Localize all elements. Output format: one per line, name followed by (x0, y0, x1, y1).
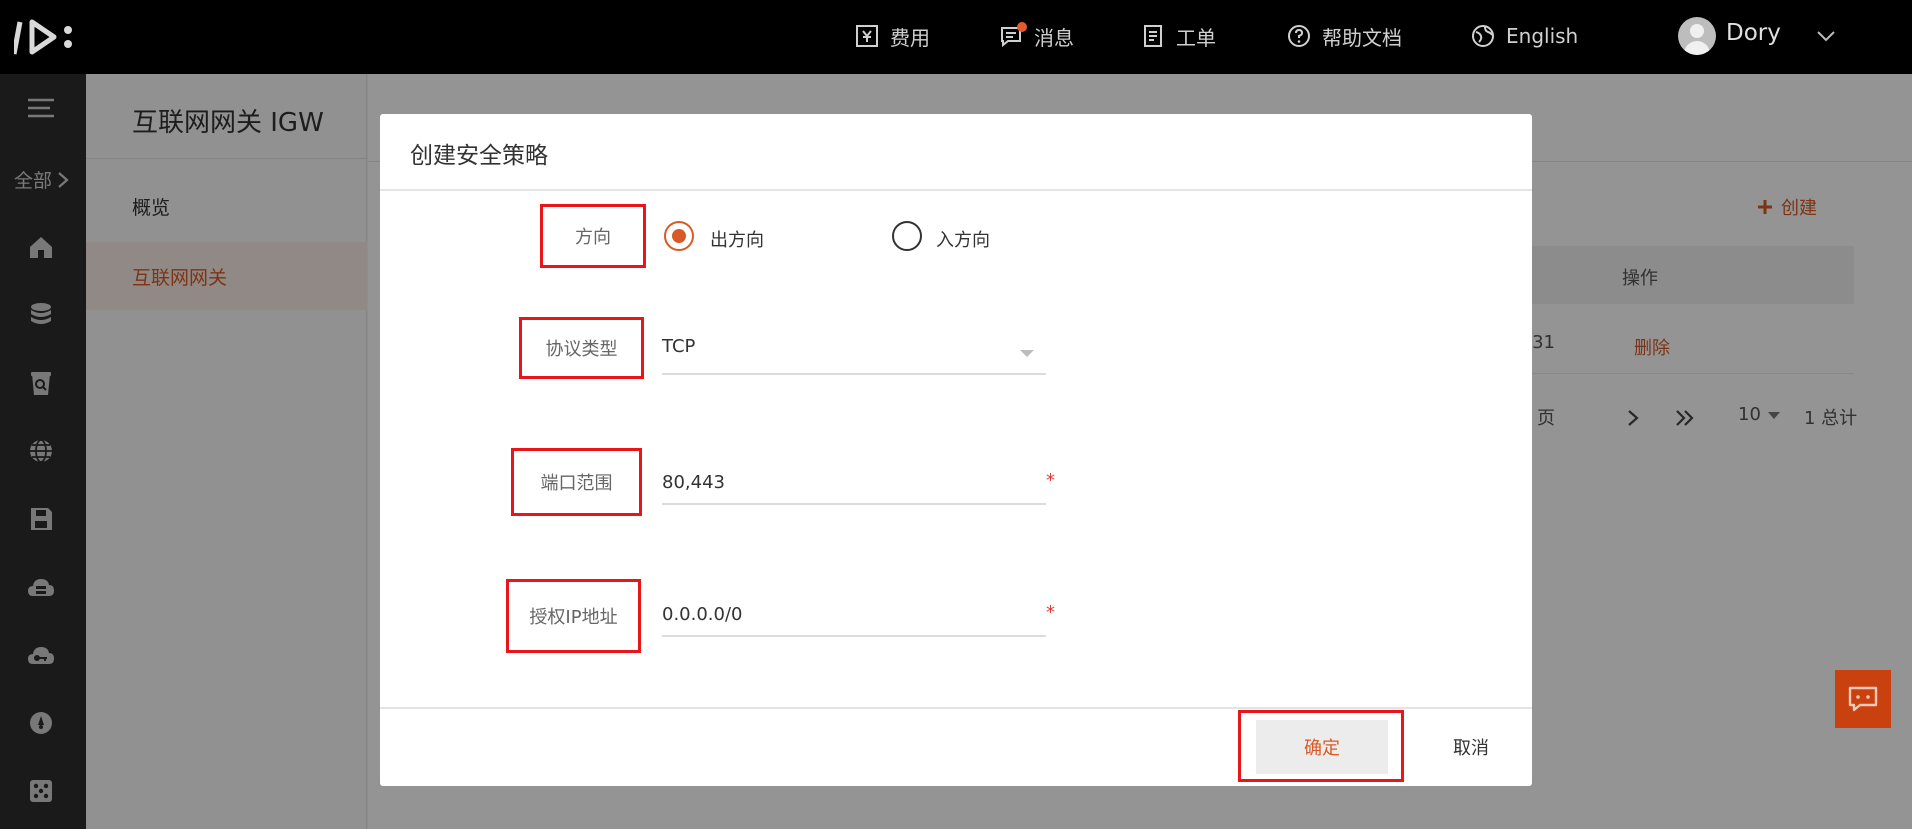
divider (380, 707, 1532, 709)
nav-messages-label: 消息 (1034, 25, 1074, 50)
notification-dot (1017, 22, 1027, 32)
radio-outbound-label[interactable]: 出方向 (710, 226, 764, 252)
cancel-button[interactable]: 取消 (1426, 720, 1516, 774)
required-marker: * (1046, 602, 1055, 623)
radio-inbound[interactable] (892, 221, 922, 251)
radio-inbound-label[interactable]: 入方向 (936, 226, 990, 252)
radio-outbound[interactable] (664, 221, 694, 251)
brand-logo-icon[interactable] (14, 18, 76, 56)
port-range-input[interactable]: 80,443 (662, 472, 725, 493)
protocol-label: 协议类型 (519, 317, 644, 379)
user-name[interactable]: Dory (1726, 20, 1781, 46)
chat-icon (1848, 686, 1878, 712)
port-range-label: 端口范围 (511, 448, 642, 516)
protocol-select[interactable] (662, 324, 1046, 366)
nav-help-docs[interactable]: 帮助文档 (1286, 20, 1402, 52)
chevron-down-icon[interactable] (1814, 24, 1838, 48)
billing-icon (856, 25, 878, 47)
dialog-title: 创建安全策略 (410, 143, 548, 169)
create-security-policy-dialog: 创建安全策略 方向 出方向 入方向 协议类型 TCP 端口范围 80,443 *… (380, 114, 1532, 786)
protocol-underline (662, 373, 1046, 375)
confirm-button[interactable]: 确定 (1256, 720, 1388, 774)
nav-tickets-label: 工单 (1176, 25, 1216, 50)
top-bar: 费用 消息 工单 帮助文档 English Dory (0, 0, 1912, 74)
nav-language[interactable]: English (1470, 20, 1578, 52)
avatar[interactable] (1678, 17, 1716, 55)
nav-billing-label: 费用 (890, 25, 930, 50)
ticket-icon (1144, 25, 1162, 47)
help-icon (1288, 25, 1310, 47)
auth-ip-input[interactable]: 0.0.0.0/0 (662, 604, 743, 625)
required-marker: * (1046, 470, 1055, 491)
port-range-underline (662, 503, 1046, 505)
direction-label: 方向 (540, 204, 646, 268)
globe-icon (1472, 25, 1494, 47)
protocol-value[interactable]: TCP (662, 336, 695, 357)
dropdown-arrow-icon[interactable] (1020, 350, 1034, 357)
auth-ip-underline (662, 635, 1046, 637)
chat-support-button[interactable] (1835, 670, 1891, 728)
nav-tickets[interactable]: 工单 (1140, 20, 1216, 52)
nav-messages[interactable]: 消息 (998, 20, 1074, 52)
nav-language-label: English (1506, 24, 1579, 48)
nav-billing[interactable]: 费用 (854, 20, 930, 52)
auth-ip-label: 授权IP地址 (506, 579, 641, 653)
divider (380, 189, 1532, 191)
nav-help-label: 帮助文档 (1322, 25, 1402, 50)
